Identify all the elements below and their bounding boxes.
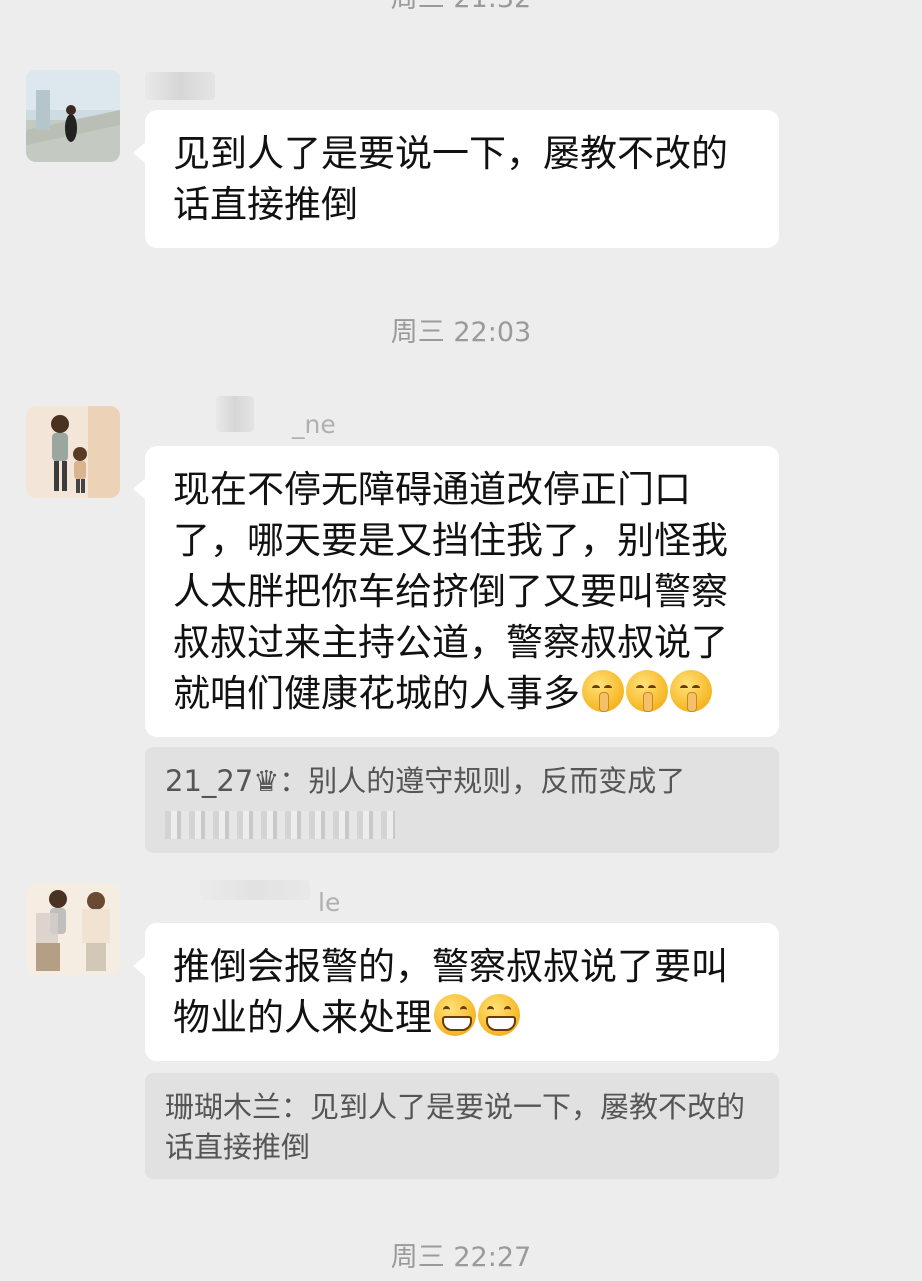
bubble-tail bbox=[133, 478, 146, 500]
nickname-redacted bbox=[216, 396, 254, 432]
shushing-face-icon bbox=[670, 670, 712, 712]
grinning-face-icon bbox=[434, 994, 476, 1036]
bubble-tail bbox=[133, 955, 146, 977]
nickname: _ne bbox=[292, 410, 336, 439]
avatar[interactable] bbox=[26, 70, 120, 162]
bubble-tail bbox=[133, 142, 146, 164]
message-bubble[interactable]: 现在不停无障碍通道改停正门口了，哪天要是又挡住我了，别怪我人太胖把你车给挤倒了又… bbox=[133, 446, 779, 737]
message-bubble[interactable]: 见到人了是要说一下，屡教不改的话直接推倒 bbox=[133, 110, 779, 248]
quoted-message[interactable]: 21_27♛：别人的遵守规则，反而变成了 bbox=[145, 747, 779, 853]
shushing-face-icon bbox=[582, 670, 624, 712]
nickname-redacted bbox=[145, 72, 215, 100]
timestamp: 周三 22:03 bbox=[390, 317, 532, 348]
shushing-face-icon bbox=[626, 670, 668, 712]
quote-text: 21_27♛：别人的遵守规则，反而变成了 bbox=[165, 764, 686, 798]
quoted-message[interactable]: 珊瑚木兰：见到人了是要说一下，屡教不改的话直接推倒 bbox=[145, 1073, 779, 1179]
nickname-redacted bbox=[200, 880, 310, 900]
avatar[interactable] bbox=[26, 883, 120, 975]
message-bubble[interactable]: 推倒会报警的，警察叔叔说了要叫物业的人来处理 bbox=[133, 923, 779, 1061]
grinning-face-icon bbox=[478, 994, 520, 1036]
avatar[interactable] bbox=[26, 406, 120, 498]
timestamp: 周三 22:27 bbox=[390, 1242, 532, 1273]
quote-redacted bbox=[165, 811, 395, 839]
nickname: le bbox=[318, 888, 341, 917]
timestamp: 周三 21:32 bbox=[0, 0, 922, 16]
message-text: 见到人了是要说一下，屡教不改的话直接推倒 bbox=[173, 132, 728, 226]
quote-text: 珊瑚木兰：见到人了是要说一下，屡教不改的话直接推倒 bbox=[165, 1090, 746, 1164]
